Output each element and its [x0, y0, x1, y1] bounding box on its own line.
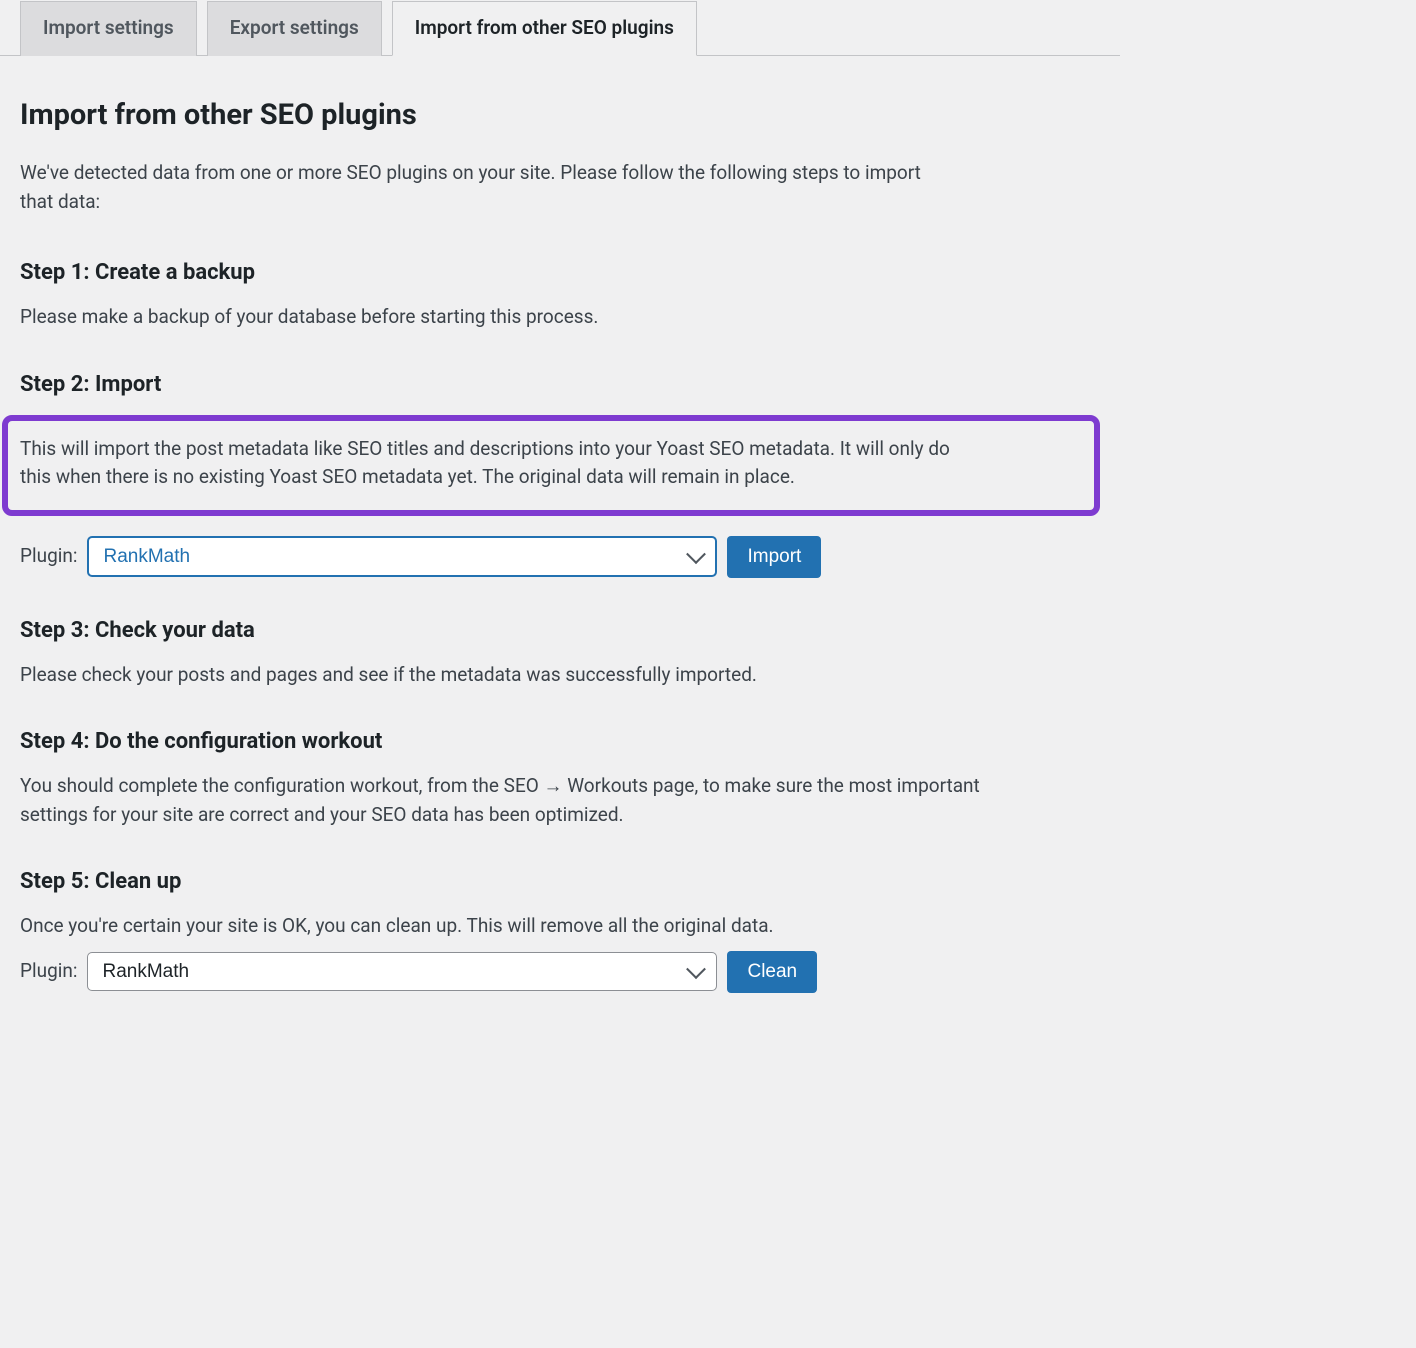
- intro-text: We've detected data from one or more SEO…: [20, 159, 950, 216]
- clean-button[interactable]: Clean: [727, 951, 817, 993]
- step2-plugin-label: Plugin:: [20, 542, 77, 571]
- main-content: Import from other SEO plugins We've dete…: [0, 56, 1120, 1013]
- step1-heading: Step 1: Create a backup: [20, 256, 1100, 289]
- step5-form-row: Plugin: RankMath Clean: [20, 951, 1100, 993]
- step2-plugin-select[interactable]: RankMath: [87, 536, 717, 577]
- page-title: Import from other SEO plugins: [20, 94, 1100, 138]
- tab-export-settings[interactable]: Export settings: [207, 1, 382, 56]
- step2-plugin-select-wrap: RankMath: [87, 536, 717, 577]
- step2-form-row: Plugin: RankMath Import: [20, 536, 1100, 578]
- tabs-bar: Import settings Export settings Import f…: [0, 0, 1120, 56]
- step2-desc: This will import the post metadata like …: [20, 435, 980, 492]
- step3-desc: Please check your posts and pages and se…: [20, 661, 980, 690]
- step1-desc: Please make a backup of your database be…: [20, 303, 980, 332]
- step5-plugin-select-wrap: RankMath: [87, 952, 717, 991]
- step2-heading: Step 2: Import: [20, 368, 1100, 401]
- step2-highlight-box: This will import the post metadata like …: [2, 415, 1100, 516]
- tab-import-settings[interactable]: Import settings: [20, 1, 197, 56]
- import-button[interactable]: Import: [727, 536, 821, 578]
- step3-heading: Step 3: Check your data: [20, 614, 1100, 647]
- step5-plugin-label: Plugin:: [20, 957, 77, 986]
- tab-import-other-seo[interactable]: Import from other SEO plugins: [392, 1, 697, 56]
- step5-desc: Once you're certain your site is OK, you…: [20, 912, 980, 941]
- step5-plugin-select[interactable]: RankMath: [87, 952, 717, 991]
- step4-heading: Step 4: Do the configuration workout: [20, 725, 1100, 758]
- step4-desc: You should complete the configuration wo…: [20, 772, 980, 829]
- step5-heading: Step 5: Clean up: [20, 865, 1100, 898]
